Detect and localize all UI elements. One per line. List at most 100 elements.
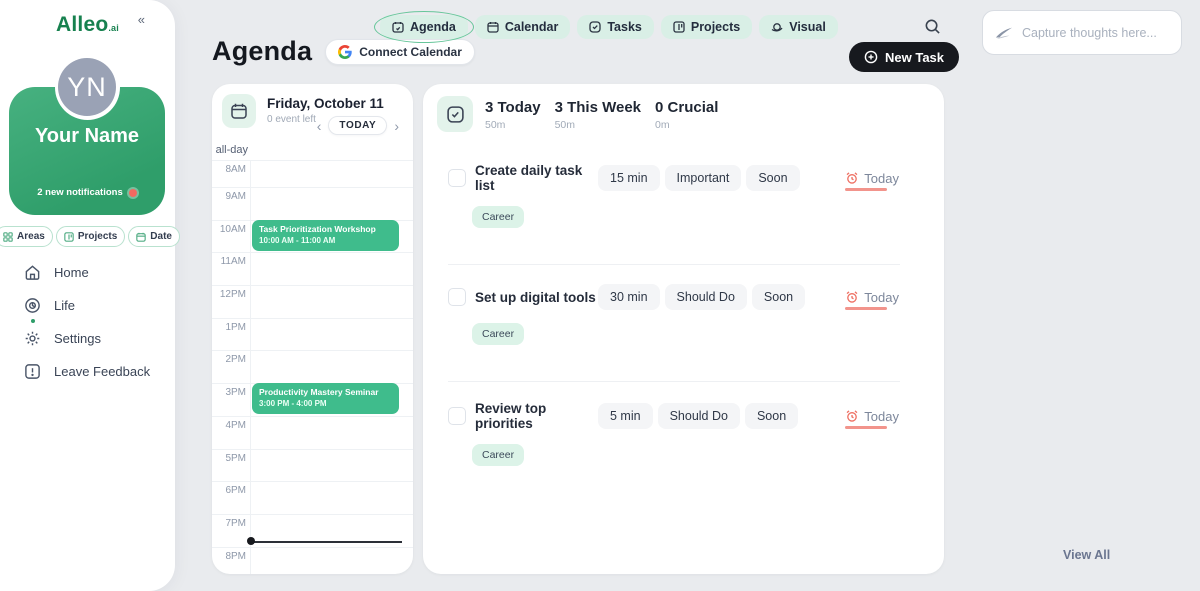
stat-label: 3 Today [485, 99, 541, 116]
hour-label: 7PM [212, 515, 246, 529]
current-time-dot[interactable] [247, 537, 255, 545]
due-badge[interactable]: Today [845, 290, 899, 305]
hour-row[interactable]: 8PM [212, 547, 413, 574]
task-checkbox[interactable] [448, 288, 466, 306]
tab-label: Agenda [410, 20, 456, 34]
stat-crucial: 0 Crucial 0m [655, 99, 718, 131]
kanban-icon [64, 232, 74, 242]
view-tab-areas[interactable]: Areas [0, 226, 53, 247]
chevron-left-icon[interactable]: ‹ [315, 119, 324, 133]
duration-chip[interactable]: 30 min [598, 284, 660, 310]
task-title[interactable]: Review top priorities [475, 401, 598, 431]
task-checkbox[interactable] [448, 407, 466, 425]
tab-label: Calendar [505, 20, 559, 34]
connect-calendar-button[interactable]: Connect Calendar [325, 39, 475, 65]
task-title[interactable]: Set up digital tools [475, 290, 598, 305]
task-main: Review top priorities 5 min Should Do So… [448, 401, 899, 431]
stat-time: 50m [485, 119, 541, 131]
task-row: Create daily task list 15 min Important … [423, 144, 944, 265]
urgency-chip[interactable]: Soon [746, 165, 799, 191]
check-square-icon [437, 96, 473, 132]
view-tab-date[interactable]: Date [128, 226, 180, 247]
event-time: 3:00 PM - 4:00 PM [259, 399, 392, 408]
priority-chip[interactable]: Should Do [658, 403, 740, 429]
hour-label: 4PM [212, 417, 246, 431]
notification-dot [129, 189, 137, 197]
sidebar-item-life[interactable]: Life [24, 297, 150, 314]
duration-chip[interactable]: 5 min [598, 403, 653, 429]
hour-row[interactable]: 2PM [212, 350, 413, 383]
due-badge[interactable]: Today [845, 409, 899, 424]
calendar-icon [136, 232, 146, 242]
main-nav-tabs: Agenda Calendar Tasks Projects Visual [380, 15, 838, 39]
sidebar-item-settings[interactable]: Settings [24, 330, 150, 347]
calendar-event[interactable]: Task Prioritization Workshop 10:00 AM - … [252, 220, 399, 251]
tab-calendar[interactable]: Calendar [475, 15, 571, 39]
hour-row[interactable]: 4PM [212, 416, 413, 449]
category-chip[interactable]: Career [472, 444, 524, 466]
sidebar-collapse-icon[interactable]: « [138, 12, 145, 27]
kanban-icon [673, 21, 685, 33]
category-chip[interactable]: Career [472, 206, 524, 228]
task-row: Set up digital tools 30 min Should Do So… [423, 265, 944, 382]
priority-chip[interactable]: Should Do [665, 284, 747, 310]
tab-visual[interactable]: Visual [759, 15, 838, 39]
all-day-label: all-day [212, 140, 248, 156]
capture-thoughts-input[interactable] [1022, 26, 1169, 40]
search-icon[interactable] [924, 18, 941, 35]
today-button[interactable]: TODAY [328, 116, 387, 135]
urgency-chip[interactable]: Soon [752, 284, 805, 310]
calendar-event[interactable]: Productivity Mastery Seminar 3:00 PM - 4… [252, 383, 399, 414]
due-badge[interactable]: Today [845, 171, 899, 186]
new-task-button[interactable]: New Task [849, 42, 959, 72]
tasks-panel: 3 Today 50m 3 This Week 50m 0 Crucial 0m… [423, 84, 944, 574]
sidebar-item-leave-feedback[interactable]: Leave Feedback [24, 363, 150, 380]
hour-row[interactable]: 1PM [212, 318, 413, 351]
sidebar-item-label: Settings [54, 331, 101, 346]
hour-row[interactable]: 12PM [212, 285, 413, 318]
visual-icon [771, 21, 783, 33]
avatar[interactable]: YN [58, 58, 116, 116]
stat-time: 0m [655, 119, 718, 131]
hour-row[interactable]: 8AM [212, 160, 413, 187]
notifications-row[interactable]: 2 new notifications [9, 187, 165, 198]
sidebar-item-home[interactable]: Home [24, 264, 150, 281]
tab-agenda[interactable]: Agenda [380, 15, 468, 39]
sidebar-item-label: Life [54, 298, 75, 313]
task-main: Set up digital tools 30 min Should Do So… [448, 284, 899, 310]
event-title: Productivity Mastery Seminar [259, 387, 392, 397]
chevron-right-icon[interactable]: › [392, 119, 401, 133]
hour-row[interactable]: 5PM [212, 449, 413, 482]
hour-label: 2PM [212, 351, 246, 365]
hour-row[interactable]: 9AM [212, 187, 413, 220]
task-title[interactable]: Create daily task list [475, 163, 598, 193]
hour-label: 1PM [212, 319, 246, 333]
sidebar-item-label: Home [54, 265, 89, 280]
duration-chip[interactable]: 15 min [598, 165, 660, 191]
urgency-chip[interactable]: Soon [745, 403, 798, 429]
task-main: Create daily task list 15 min Important … [448, 163, 899, 193]
view-tab-projects[interactable]: Projects [56, 226, 125, 247]
view-tab-label: Projects [78, 231, 117, 242]
task-row: Review top priorities 5 min Should Do So… [423, 382, 944, 503]
gear-icon [24, 330, 41, 347]
feedback-icon [24, 363, 41, 380]
calendar-nav: ‹ TODAY › [315, 116, 401, 135]
app-logo: Alleo.ai [0, 13, 175, 37]
life-active-dot [31, 319, 35, 323]
priority-chip[interactable]: Important [665, 165, 742, 191]
check-circle-icon [589, 21, 601, 33]
task-checkbox[interactable] [448, 169, 466, 187]
hour-row[interactable]: 6PM [212, 481, 413, 514]
tab-tasks[interactable]: Tasks [577, 15, 654, 39]
capture-pen-icon [995, 26, 1013, 40]
category-chip[interactable]: Career [472, 323, 524, 345]
stat-label: 3 This Week [555, 99, 641, 116]
hour-row[interactable]: 11AM [212, 252, 413, 285]
plus-circle-icon [864, 50, 878, 64]
tab-label: Tasks [607, 20, 642, 34]
tab-projects[interactable]: Projects [661, 15, 752, 39]
event-time: 10:00 AM - 11:00 AM [259, 236, 392, 245]
task-stats: 3 Today 50m 3 This Week 50m 0 Crucial 0m [485, 96, 718, 131]
view-all-link[interactable]: View All [1063, 548, 1110, 562]
